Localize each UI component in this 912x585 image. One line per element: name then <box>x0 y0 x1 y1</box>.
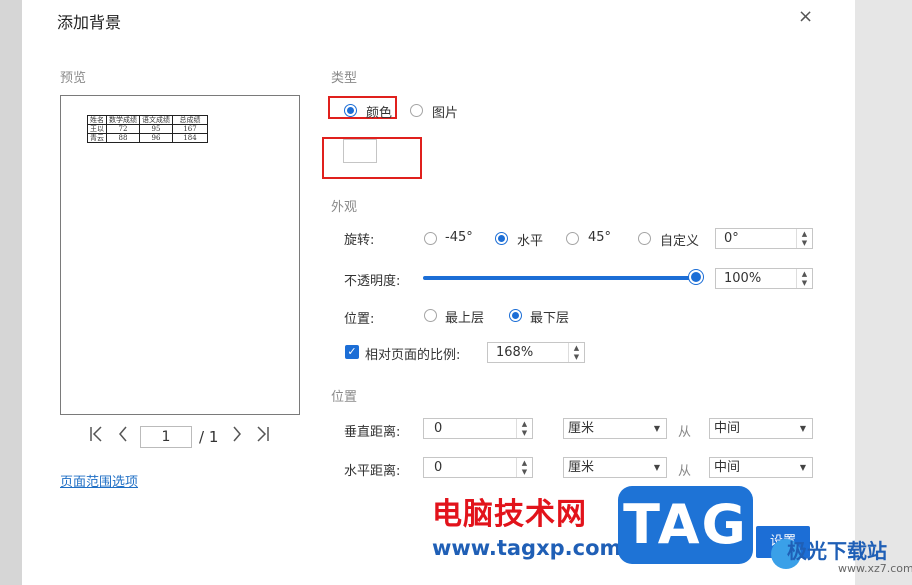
horizontal-distance-value: 0 <box>434 460 443 475</box>
table-cell: 姓名 <box>87 115 107 125</box>
table-cell: 青云 <box>87 133 107 143</box>
table-row: 青云 88 96 184 <box>87 133 208 143</box>
table-cell: 72 <box>106 124 140 134</box>
chevron-down-icon: ▼ <box>799 424 806 433</box>
table-cell: 语文成绩 <box>139 115 173 125</box>
close-icon[interactable]: × <box>798 6 813 27</box>
scale-value: 168% <box>496 345 534 360</box>
vertical-unit-value: 厘米 <box>568 421 595 436</box>
rotation-custom-label: 自定义 <box>660 234 700 249</box>
rotation-minus45-label: -45° <box>445 230 473 245</box>
page-total: / 1 <box>199 428 219 446</box>
left-background-strip <box>0 0 22 585</box>
rotation-custom-radio[interactable] <box>638 232 651 245</box>
chevron-down-icon: ▼ <box>653 463 660 472</box>
layer-label: 位置: <box>344 312 375 327</box>
opacity-value: 100% <box>724 271 762 286</box>
table-row: 姓名 数学成绩 语文成绩 总成绩 <box>87 115 208 125</box>
stepper-arrows-icon[interactable]: ▲ ▼ <box>568 343 584 362</box>
scale-stepper[interactable]: 168% ▲ ▼ <box>487 342 585 363</box>
horizontal-distance-stepper[interactable]: 0 ▲ ▼ <box>423 457 533 478</box>
horizontal-distance-label: 水平距离: <box>344 464 401 479</box>
vertical-unit-select[interactable]: 厘米 ▼ <box>563 418 667 439</box>
table-row: 王以 72 95 167 <box>87 124 208 134</box>
rotation-horizontal-label: 水平 <box>517 234 544 249</box>
rotation-minus45-radio[interactable] <box>424 232 437 245</box>
horizontal-anchor-value: 中间 <box>714 460 741 475</box>
last-page-icon[interactable] <box>256 426 270 447</box>
horizontal-anchor-select[interactable]: 中间 ▼ <box>709 457 813 478</box>
rotation-label: 旋转: <box>344 233 375 248</box>
opacity-slider-track[interactable] <box>423 276 697 280</box>
tag-logo: TAG <box>618 486 753 564</box>
type-section-label: 类型 <box>331 71 358 86</box>
stepper-arrows-icon[interactable]: ▲ ▼ <box>516 458 532 477</box>
rotation-45-radio[interactable] <box>566 232 579 245</box>
table-cell: 总成绩 <box>172 115 208 125</box>
vertical-distance-stepper[interactable]: 0 ▲ ▼ <box>423 418 533 439</box>
rotation-angle-value: 0° <box>724 231 739 246</box>
layer-top-radio[interactable] <box>424 309 437 322</box>
opacity-stepper[interactable]: 100% ▲ ▼ <box>715 268 813 289</box>
table-cell: 95 <box>139 124 173 134</box>
table-cell: 88 <box>106 133 140 143</box>
next-page-icon[interactable] <box>232 426 242 447</box>
layer-top-label: 最上层 <box>445 311 485 326</box>
watermark-url: www.tagxp.com <box>432 536 622 560</box>
watermark-site-url: www.xz7.com <box>838 562 912 575</box>
table-cell: 96 <box>139 133 173 143</box>
table-cell: 167 <box>172 124 208 134</box>
scale-checkbox[interactable]: ✓ <box>345 345 359 359</box>
appearance-section-label: 外观 <box>331 200 358 215</box>
horizontal-unit-select[interactable]: 厘米 ▼ <box>563 457 667 478</box>
vertical-distance-value: 0 <box>434 421 443 436</box>
vertical-anchor-value: 中间 <box>714 421 741 436</box>
position-section-label: 位置 <box>331 390 358 405</box>
dialog-title: 添加背景 <box>57 13 122 32</box>
vertical-anchor-select[interactable]: 中间 ▼ <box>709 418 813 439</box>
table-cell: 数学成绩 <box>106 115 140 125</box>
chevron-down-icon: ▼ <box>653 424 660 433</box>
opacity-label: 不透明度: <box>344 274 401 289</box>
stepper-arrows-icon[interactable]: ▲ ▼ <box>796 229 812 248</box>
stepper-arrows-icon[interactable]: ▲ ▼ <box>516 419 532 438</box>
color-swatch[interactable] <box>343 139 377 163</box>
type-color-radio[interactable] <box>344 104 357 117</box>
layer-bottom-radio[interactable] <box>509 309 522 322</box>
rotation-horizontal-radio[interactable] <box>495 232 508 245</box>
stepper-arrows-icon[interactable]: ▲ ▼ <box>796 269 812 288</box>
opacity-slider-thumb[interactable] <box>689 270 703 284</box>
right-background-strip <box>855 0 912 585</box>
page-range-options-link[interactable]: 页面范围选项 <box>60 471 138 490</box>
vertical-from-label: 从 <box>678 425 692 440</box>
chevron-down-icon: ▼ <box>799 463 806 472</box>
horizontal-from-label: 从 <box>678 464 692 479</box>
table-cell: 王以 <box>87 124 107 134</box>
watermark-site-name: 极光下载站 <box>787 539 887 563</box>
vertical-distance-label: 垂直距离: <box>344 425 401 440</box>
rotation-45-label: 45° <box>588 230 612 245</box>
preview-page: 姓名 数学成绩 语文成绩 总成绩 王以 72 95 167 青云 88 96 1… <box>60 95 300 415</box>
watermark-cn-text: 电脑技术网 <box>432 497 587 532</box>
layer-bottom-label: 最下层 <box>530 311 570 326</box>
first-page-icon[interactable] <box>89 426 103 447</box>
horizontal-unit-value: 厘米 <box>568 460 595 475</box>
type-image-radio[interactable] <box>410 104 423 117</box>
type-color-label: 颜色 <box>366 106 393 121</box>
rotation-angle-stepper[interactable]: 0° ▲ ▼ <box>715 228 813 249</box>
scale-label: 相对页面的比例: <box>365 348 461 363</box>
table-cell: 184 <box>172 133 208 143</box>
prev-page-icon[interactable] <box>118 426 128 447</box>
preview-section-label: 预览 <box>60 71 87 86</box>
page-number-input[interactable]: 1 <box>140 426 192 448</box>
preview-table: 姓名 数学成绩 语文成绩 总成绩 王以 72 95 167 青云 88 96 1… <box>87 115 208 143</box>
type-image-label: 图片 <box>432 106 459 121</box>
